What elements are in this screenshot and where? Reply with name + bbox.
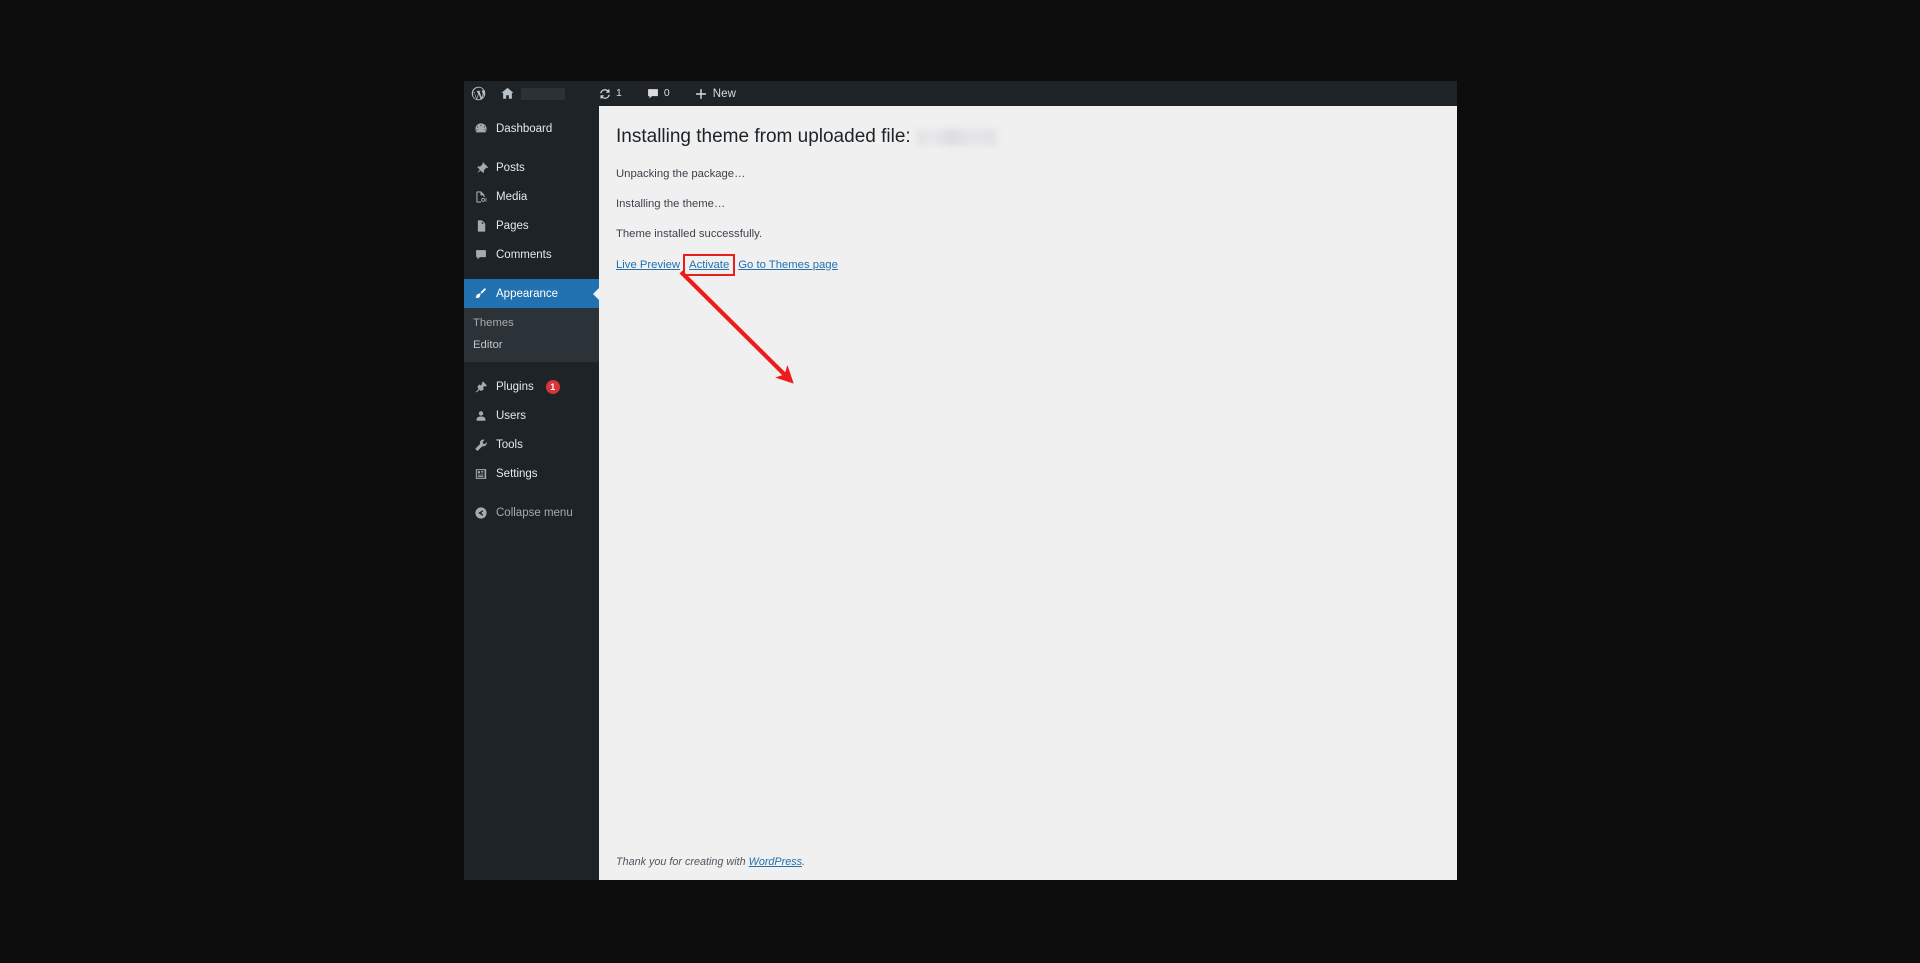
comment-bubble-icon [473,247,488,262]
admin-footer: Thank you for creating with WordPress. [599,848,1457,880]
sidebar-item-settings[interactable]: Settings [464,459,599,488]
sidebar-item-editor[interactable]: Editor [464,334,599,356]
media-icon [473,189,488,204]
status-line-installing: Installing the theme… [616,197,726,210]
plug-icon [473,379,488,394]
sidebar-item-appearance[interactable]: Appearance [464,279,599,308]
site-name-menu[interactable] [493,81,567,106]
wordpress-logo-icon [471,86,486,101]
sidebar-item-label: Dashboard [496,122,553,135]
sidebar-item-pages[interactable]: Pages [464,211,599,240]
activate-link-highlight: Activate [683,253,736,276]
sidebar-item-label: Pages [496,219,529,232]
admin-content-area: Installing theme from uploaded file: Unp… [599,106,1457,880]
screenshot-canvas: 1 0 New Dashboard Posts Media Pages Comm… [0,0,1920,963]
appearance-submenu: Themes Editor [464,308,599,362]
sidebar-item-label: Users [496,409,527,422]
wrench-icon [473,437,488,452]
wordpress-admin-window: 1 0 New Dashboard Posts Media Pages Comm… [464,81,1457,880]
updates-menu[interactable]: 1 [591,81,629,106]
wordpress-link[interactable]: WordPress [749,856,802,868]
sidebar-item-label: Media [496,190,528,203]
go-to-themes-page-link[interactable]: Go to Themes page [738,259,838,271]
new-content-label: New [712,87,736,100]
menu-separator [464,488,599,498]
updates-count: 1 [616,87,622,100]
collapse-menu-label: Collapse menu [496,506,573,519]
page-title: Installing theme from uploaded file: [616,125,1457,150]
sidebar-item-posts[interactable]: Posts [464,153,599,182]
footer-text-after: . [802,856,806,868]
comments-count: 0 [663,87,670,100]
new-content-menu[interactable]: New [687,81,743,106]
comments-menu[interactable]: 0 [639,81,677,106]
sidebar-item-dashboard[interactable]: Dashboard [464,114,599,143]
sidebar-item-themes[interactable]: Themes [464,312,599,334]
sidebar-item-comments[interactable]: Comments [464,240,599,269]
dashboard-icon [473,121,488,136]
site-name-redacted [521,87,565,100]
page-icon [473,218,488,233]
settings-sliders-icon [473,466,488,481]
sidebar-item-users[interactable]: Users [464,401,599,430]
sidebar-item-label: Posts [496,161,525,174]
status-line-success: Theme installed successfully. [616,227,763,240]
updates-icon [598,87,612,101]
page-title-text: Installing theme from uploaded file: [616,126,911,147]
status-line-unpacking: Unpacking the package… [616,167,746,180]
theme-install-panel: Installing theme from uploaded file: Unp… [599,106,1457,276]
collapse-arrow-icon [473,505,488,520]
activate-link[interactable]: Activate [689,259,729,271]
sidebar-item-label: Appearance [496,287,559,300]
footer-text-before: Thank you for creating with [616,856,749,868]
live-preview-link[interactable]: Live Preview [616,259,680,271]
paintbrush-icon [473,286,488,301]
theme-action-links: Live Preview Activate Go to Themes page [616,253,1457,276]
home-icon [500,86,515,101]
sidebar-item-tools[interactable]: Tools [464,430,599,459]
collapse-menu-button[interactable]: Collapse menu [464,498,599,527]
menu-separator [464,143,599,153]
sidebar-item-media[interactable]: Media [464,182,599,211]
menu-separator [464,362,599,372]
admin-sidebar-menu: Dashboard Posts Media Pages Comments App… [464,106,599,880]
wp-logo-menu[interactable] [464,81,493,106]
plugins-update-badge: 1 [545,379,560,394]
sidebar-item-label: Tools [496,438,523,451]
uploaded-filename-redacted [916,128,997,146]
sidebar-item-plugins[interactable]: Plugins 1 [464,372,599,401]
sidebar-item-label: Settings [496,467,538,480]
sidebar-item-label: Comments [496,248,552,261]
pin-icon [473,160,488,175]
menu-separator [464,269,599,279]
sidebar-item-label: Plugins [496,380,534,393]
comment-bubble-icon [646,87,660,101]
plus-icon [694,87,708,101]
user-icon [473,408,488,423]
admin-bar: 1 0 New [464,81,1457,106]
